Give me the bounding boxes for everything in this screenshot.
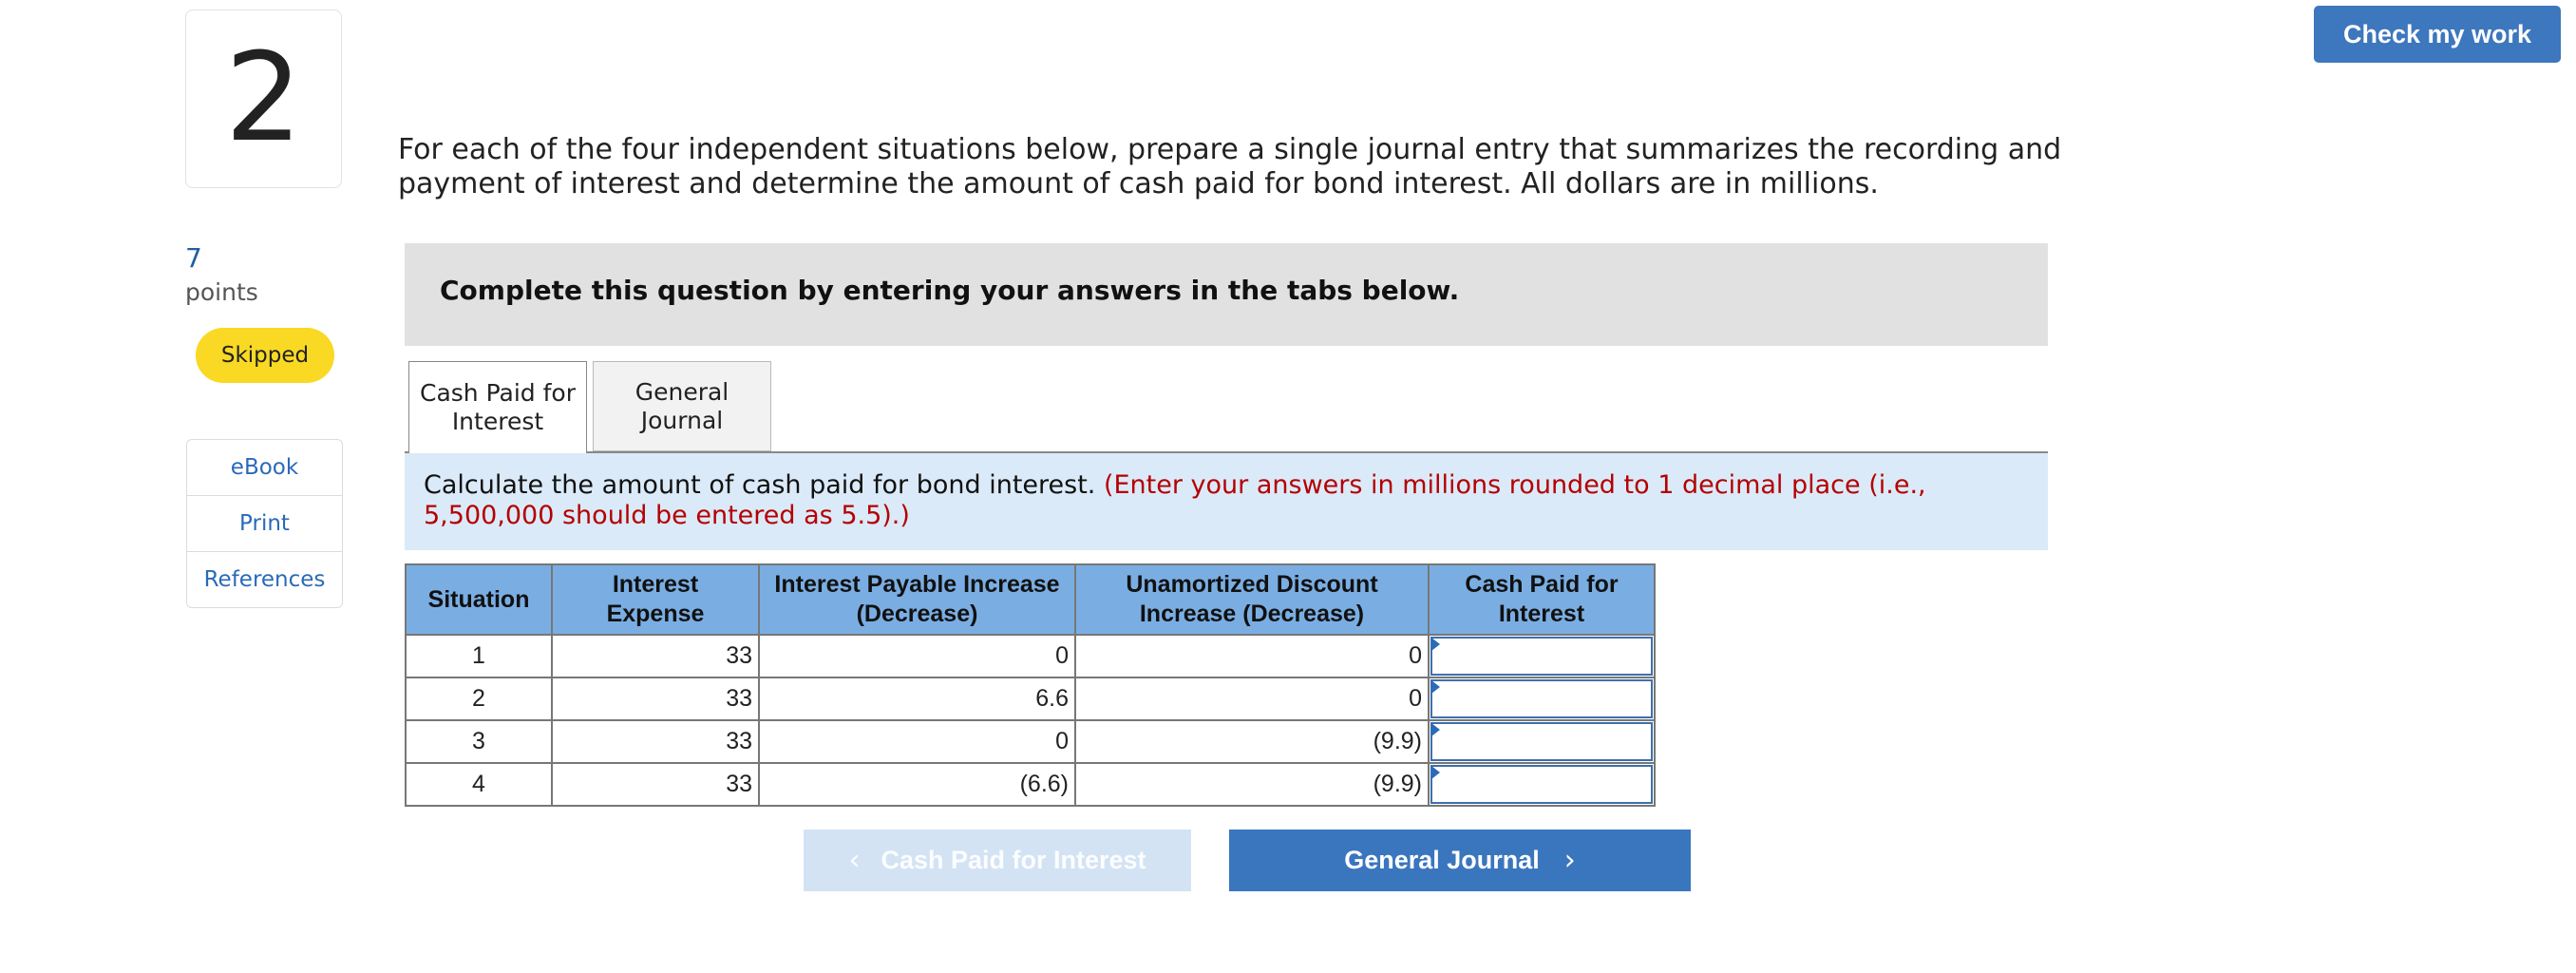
tab-label-line1: General [635,377,729,406]
cell-situation: 2 [405,677,553,721]
cell-interest-expense: 33 [551,677,760,721]
input-flag-icon [1431,680,1440,694]
input-flag-icon [1431,723,1440,736]
table-row: 3 33 0 (9.9) [405,719,1656,764]
cell-payable-change: 6.6 [758,677,1076,721]
status-badge: Skipped [196,328,334,383]
tab-label-line2: Interest [451,408,544,435]
panel-text: Calculate the amount of cash paid for bo… [424,470,1096,500]
instructions-banner: Complete this question by entering your … [405,243,2048,346]
cell-interest-expense: 33 [551,762,760,807]
cash-paid-input[interactable] [1430,637,1653,676]
cell-discount-change: 0 [1074,634,1430,678]
next-tab-button[interactable]: General Journal › [1229,830,1691,891]
cell-discount-change: (9.9) [1074,762,1430,807]
cash-paid-input-cell [1428,677,1656,721]
chevron-left-icon: ‹ [848,844,861,877]
table-row: 2 33 6.6 0 [405,677,1656,721]
info-panel: Calculate the amount of cash paid for bo… [405,453,2048,550]
cell-payable-change: (6.6) [758,762,1076,807]
cash-paid-input[interactable] [1430,722,1653,761]
cell-situation: 1 [405,634,553,678]
tab-label-line1: Cash Paid for [419,379,576,407]
tab-general-journal[interactable]: General Journal [593,361,771,451]
chevron-right-icon: › [1563,844,1576,877]
cell-interest-expense: 33 [551,634,760,678]
question-instructions: For each of the four independent situati… [398,133,2062,200]
question-number-box: 2 [185,10,342,188]
header-interest-expense: Interest Expense [551,563,760,636]
cash-paid-input-cell [1428,762,1656,807]
header-unamortized-discount: Unamortized Discount Increase (Decrease) [1074,563,1430,636]
cell-situation: 4 [405,762,553,807]
prev-tab-button[interactable]: ‹ Cash Paid for Interest [804,830,1191,891]
banner-text: Complete this question by entering your … [440,274,1460,306]
cell-discount-change: 0 [1074,677,1430,721]
cash-paid-input-cell [1428,719,1656,764]
print-link[interactable]: Print [187,496,342,552]
ebook-link[interactable]: eBook [187,440,342,496]
cash-paid-table: Situation Interest Expense Interest Payab… [405,563,1656,807]
cash-paid-input-cell [1428,634,1656,678]
cell-discount-change: (9.9) [1074,719,1430,764]
header-interest-payable: Interest Payable Increase (Decrease) [758,563,1076,636]
tab-cash-paid-for-interest[interactable]: Cash Paid for Interest [408,361,587,453]
cell-interest-expense: 33 [551,719,760,764]
references-link[interactable]: References [187,552,342,607]
question-number: 2 [224,28,303,169]
resources-list: eBook Print References [186,439,343,608]
prev-tab-label: Cash Paid for Interest [881,846,1146,874]
table-row: 1 33 0 0 [405,634,1656,678]
cell-payable-change: 0 [758,719,1076,764]
cell-payable-change: 0 [758,634,1076,678]
input-flag-icon [1431,766,1440,779]
table-header-row: Situation Interest Expense Interest Payab… [405,563,1656,636]
header-situation: Situation [405,563,553,636]
points-value: 7 [185,242,202,274]
input-flag-icon [1431,638,1440,651]
header-cash-paid: Cash Paid for Interest [1428,563,1656,636]
tab-label-line2: Journal [640,406,724,434]
cell-situation: 3 [405,719,553,764]
points-label: points [185,278,258,306]
next-tab-label: General Journal [1344,846,1540,874]
cash-paid-input[interactable] [1430,679,1653,718]
check-my-work-button[interactable]: Check my work [2314,6,2561,63]
cash-paid-input[interactable] [1430,765,1653,804]
table-row: 4 33 (6.6) (9.9) [405,762,1656,807]
